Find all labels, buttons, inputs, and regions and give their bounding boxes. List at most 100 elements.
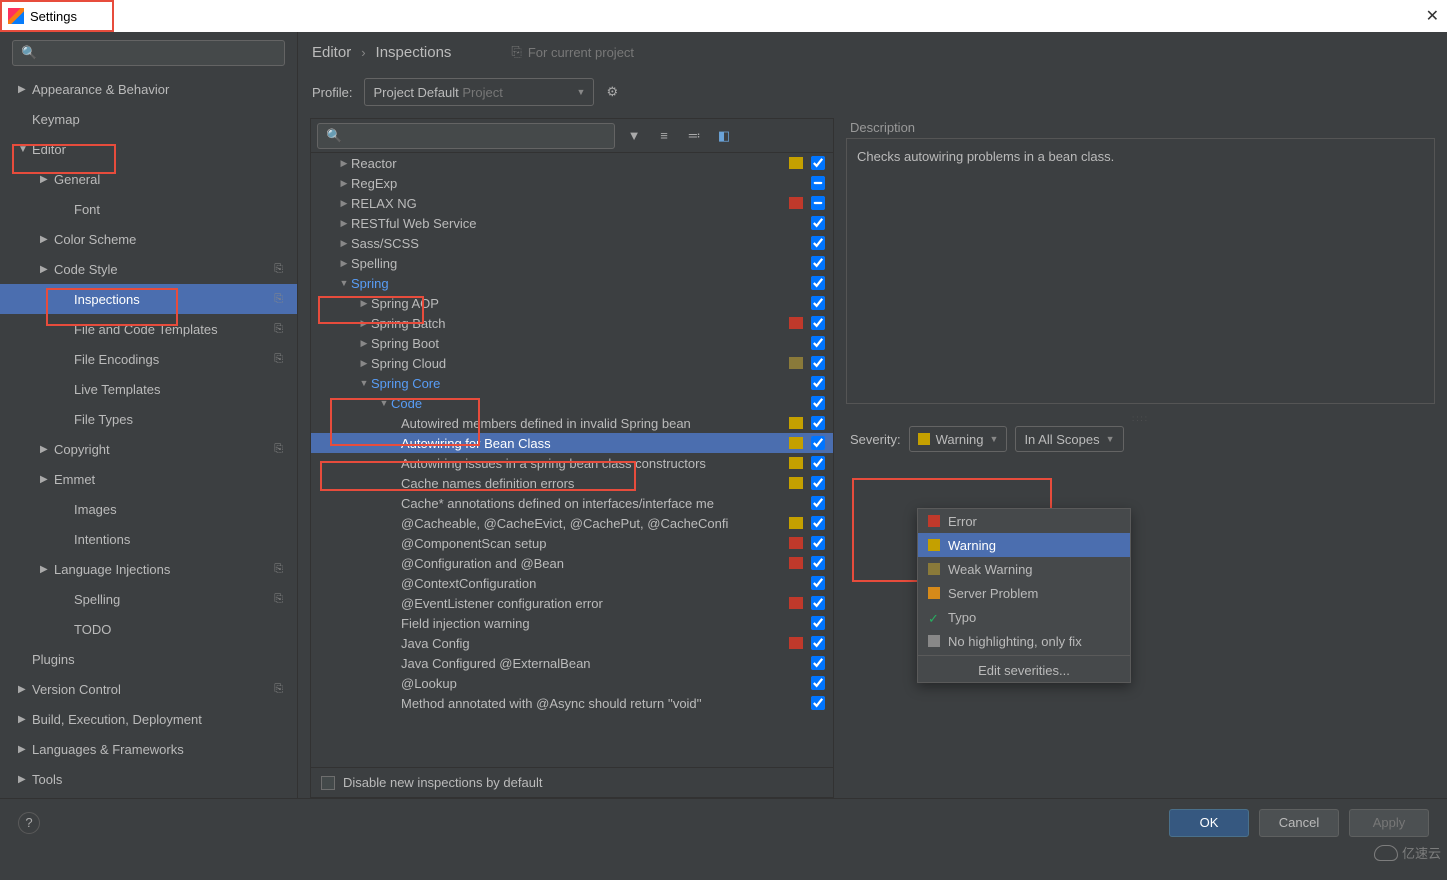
sidebar-item[interactable]: Build, Execution, Deployment — [0, 704, 297, 734]
tree-row[interactable]: Cache* annotations defined on interfaces… — [311, 493, 833, 513]
tree-row[interactable]: Spelling — [311, 253, 833, 273]
scope-combo[interactable]: In All Scopes ▼ — [1015, 426, 1123, 452]
tree-row[interactable]: RegExp — [311, 173, 833, 193]
severity-option[interactable]: Weak Warning — [918, 557, 1130, 581]
disable-new-checkbox[interactable] — [321, 776, 335, 790]
tree-row[interactable]: RESTful Web Service — [311, 213, 833, 233]
inspection-checkbox[interactable] — [811, 296, 825, 310]
inspection-checkbox[interactable] — [811, 416, 825, 430]
inspection-checkbox[interactable] — [811, 336, 825, 350]
tree-row[interactable]: Spring AOP — [311, 293, 833, 313]
tree-row[interactable]: Cache names definition errors — [311, 473, 833, 493]
sidebar-item[interactable]: File and Code Templates⎘ — [0, 314, 297, 344]
tree-row[interactable]: Spring Boot — [311, 333, 833, 353]
sidebar-search-input[interactable]: 🔍 — [12, 40, 285, 66]
tree-row[interactable]: Autowired members defined in invalid Spr… — [311, 413, 833, 433]
sidebar-item[interactable]: Inspections⎘ — [0, 284, 297, 314]
sidebar-item[interactable]: Editor — [0, 134, 297, 164]
inspection-checkbox[interactable] — [811, 156, 825, 170]
inspection-checkbox[interactable] — [811, 256, 825, 270]
breadcrumb-editor[interactable]: Editor — [312, 44, 351, 61]
sidebar-item[interactable]: Live Templates — [0, 374, 297, 404]
cancel-button[interactable]: Cancel — [1259, 809, 1339, 837]
tree-row[interactable]: @Configuration and @Bean — [311, 553, 833, 573]
tree-row[interactable]: @ContextConfiguration — [311, 573, 833, 593]
severity-option[interactable]: ✓Typo — [918, 605, 1130, 629]
sidebar-item[interactable]: Language Injections⎘ — [0, 554, 297, 584]
tree-row[interactable]: Spring Core — [311, 373, 833, 393]
ok-button[interactable]: OK — [1169, 809, 1249, 837]
sidebar-item[interactable]: File Types — [0, 404, 297, 434]
inspection-checkbox[interactable] — [811, 636, 825, 650]
sidebar-item[interactable]: Copyright⎘ — [0, 434, 297, 464]
sidebar-item[interactable]: Images — [0, 494, 297, 524]
inspection-checkbox[interactable] — [811, 516, 825, 530]
tree-row[interactable]: Spring Cloud — [311, 353, 833, 373]
inspection-checkbox[interactable] — [811, 576, 825, 590]
tree-row[interactable]: Java Configured @ExternalBean — [311, 653, 833, 673]
sidebar-item[interactable]: Appearance & Behavior — [0, 74, 297, 104]
profile-select[interactable]: Project Default Project ▼ — [364, 78, 594, 106]
close-icon[interactable]: ✕ — [1426, 6, 1439, 26]
inspection-tree[interactable]: ReactorRegExpRELAX NGRESTful Web Service… — [311, 153, 833, 767]
tree-row[interactable]: Field injection warning — [311, 613, 833, 633]
sidebar-item[interactable]: Color Scheme — [0, 224, 297, 254]
sidebar-item[interactable]: Version Control⎘ — [0, 674, 297, 704]
inspection-checkbox[interactable] — [811, 396, 825, 410]
inspection-checkbox[interactable] — [811, 656, 825, 670]
inspection-checkbox[interactable] — [811, 616, 825, 630]
sidebar-item[interactable]: Emmet — [0, 464, 297, 494]
inspection-checkbox[interactable] — [811, 216, 825, 230]
sidebar-item[interactable]: General — [0, 164, 297, 194]
severity-dropdown[interactable]: ErrorWarningWeak WarningServer Problem✓T… — [917, 508, 1131, 683]
tree-row[interactable]: @EventListener configuration error — [311, 593, 833, 613]
severity-option[interactable]: Server Problem — [918, 581, 1130, 605]
inspection-checkbox[interactable] — [811, 196, 825, 210]
gear-icon[interactable]: ⚙ — [606, 84, 618, 100]
inspection-checkbox[interactable] — [811, 456, 825, 470]
sidebar-item[interactable]: Languages & Frameworks — [0, 734, 297, 764]
resize-handle[interactable]: :::: — [846, 414, 1435, 422]
inspection-checkbox[interactable] — [811, 496, 825, 510]
severity-combo[interactable]: Warning ▼ — [909, 426, 1008, 452]
sidebar-item[interactable]: File Encodings⎘ — [0, 344, 297, 374]
sidebar-item[interactable]: Tools — [0, 764, 297, 794]
filter-icon[interactable]: ▼ — [623, 125, 645, 147]
sidebar-item[interactable]: Code Style⎘ — [0, 254, 297, 284]
inspection-checkbox[interactable] — [811, 376, 825, 390]
tree-row[interactable]: @Lookup — [311, 673, 833, 693]
inspection-search-input[interactable]: 🔍 — [317, 123, 615, 149]
tree-row[interactable]: Spring — [311, 273, 833, 293]
inspection-checkbox[interactable] — [811, 436, 825, 450]
tree-row[interactable]: Java Config — [311, 633, 833, 653]
tree-row[interactable]: @Cacheable, @CacheEvict, @CachePut, @Cac… — [311, 513, 833, 533]
sidebar-item[interactable]: TODO — [0, 614, 297, 644]
sidebar-item[interactable]: Intentions — [0, 524, 297, 554]
inspection-checkbox[interactable] — [811, 536, 825, 550]
inspection-checkbox[interactable] — [811, 176, 825, 190]
edit-severities[interactable]: Edit severities... — [918, 658, 1130, 682]
collapse-all-icon[interactable]: ≕ — [683, 125, 705, 147]
tree-row[interactable]: Sass/SCSS — [311, 233, 833, 253]
tree-row[interactable]: RELAX NG — [311, 193, 833, 213]
inspection-checkbox[interactable] — [811, 356, 825, 370]
inspection-checkbox[interactable] — [811, 476, 825, 490]
help-button[interactable]: ? — [18, 812, 40, 834]
apply-button[interactable]: Apply — [1349, 809, 1429, 837]
sidebar-item[interactable]: Plugins — [0, 644, 297, 674]
tree-row[interactable]: Reactor — [311, 153, 833, 173]
inspection-checkbox[interactable] — [811, 696, 825, 710]
disable-new-row[interactable]: Disable new inspections by default — [311, 767, 833, 797]
expand-all-icon[interactable]: ≡ — [653, 125, 675, 147]
inspection-checkbox[interactable] — [811, 276, 825, 290]
severity-option[interactable]: Warning — [918, 533, 1130, 557]
tree-row[interactable]: Code — [311, 393, 833, 413]
severity-option[interactable]: No highlighting, only fix — [918, 629, 1130, 653]
tree-row[interactable]: Spring Batch — [311, 313, 833, 333]
inspection-checkbox[interactable] — [811, 316, 825, 330]
inspection-checkbox[interactable] — [811, 556, 825, 570]
severity-option[interactable]: Error — [918, 509, 1130, 533]
inspection-checkbox[interactable] — [811, 676, 825, 690]
tree-row[interactable]: Method annotated with @Async should retu… — [311, 693, 833, 713]
reset-icon[interactable]: ◧ — [713, 125, 735, 147]
